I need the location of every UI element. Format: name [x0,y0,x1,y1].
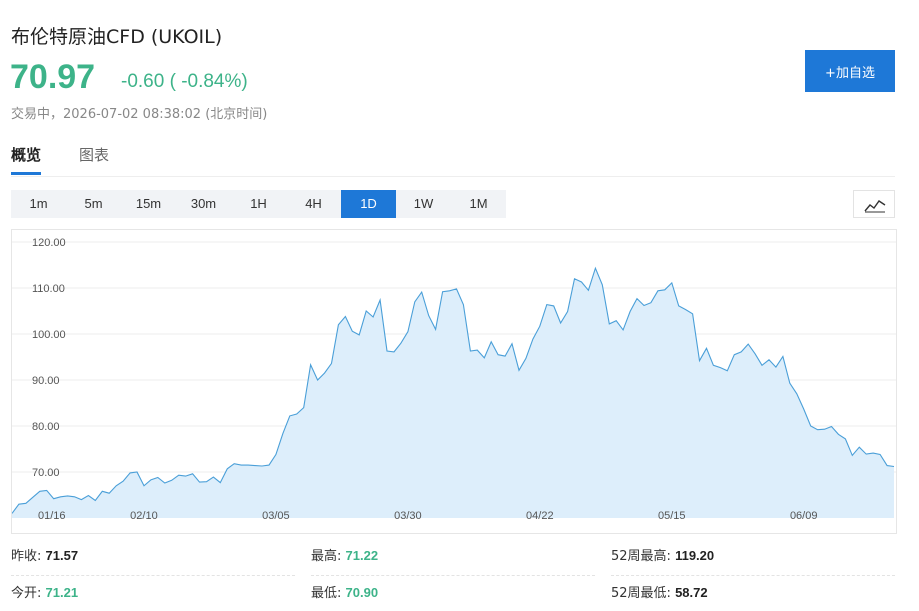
last-price: 70.97 [10,58,96,96]
stat-high-value: 71.22 [345,548,379,563]
stat-divider [311,575,595,576]
y-tick-label: 110.00 [32,283,65,295]
interval-15m[interactable]: 15m [121,190,176,218]
interval-1d[interactable]: 1D [341,190,396,218]
x-tick-label: 03/05 [262,510,290,522]
add-watchlist-button[interactable]: +加自选 [805,50,895,92]
interval-30m[interactable]: 30m [176,190,231,218]
stat-prev-close-value: 71.57 [45,548,79,563]
price-chart-svg: 60.0070.0080.0090.00100.00110.00120.0001… [12,237,896,522]
stat-prev-close-label: 昨收: [11,549,42,564]
y-tick-label: 100.00 [32,329,66,341]
stat-prev-close: 昨收: 71.57 [11,545,78,573]
interval-1w[interactable]: 1W [396,190,451,218]
interval-5m[interactable]: 5m [66,190,121,218]
stat-52w-high-label: 52周最高: [611,549,671,564]
chart-type-button[interactable] [853,190,895,218]
stat-open: 今开: 71.21 [11,582,78,610]
trading-status: 交易中，2026-07-02 08:38:02 (北京时间) [11,107,268,122]
line-chart-icon [864,200,886,213]
stat-high-label: 最高: [311,549,342,564]
stat-low-label: 最低: [311,586,342,601]
x-tick-label: 03/30 [394,510,422,522]
stat-low: 最低: 70.90 [311,582,378,610]
x-tick-label: 01/16 [38,510,66,522]
y-tick-label: 80.00 [32,421,60,433]
stat-52w-low-value: 58.72 [675,585,708,600]
price-change: -0.60 ( -0.84%) [121,71,248,92]
interval-4h[interactable]: 4H [286,190,341,218]
interval-1h[interactable]: 1H [231,190,286,218]
stat-divider [11,575,295,576]
price-area [12,268,894,518]
interval-selector: 1m 5m 15m 30m 1H 4H 1D 1W 1M [11,190,506,218]
stat-high: 最高: 71.22 [311,545,378,573]
stat-open-label: 今开: [11,586,42,601]
instrument-title: 布伦特原油CFD (UKOIL) [11,26,223,48]
y-tick-label: 90.00 [32,375,60,387]
x-tick-label: 05/15 [658,510,686,522]
interval-1m[interactable]: 1m [11,190,66,218]
x-tick-label: 04/22 [526,510,554,522]
stat-divider [611,575,895,576]
y-tick-label: 70.00 [32,467,60,479]
stat-52w-high-value: 119.20 [675,548,715,563]
y-tick-label: 120.00 [32,237,66,249]
tabs-divider [11,176,895,177]
stat-52w-high: 52周最高: 119.20 [611,545,714,573]
tab-bar: 概览 图表 [11,145,147,175]
tab-chart[interactable]: 图表 [79,145,109,175]
stat-52w-low-label: 52周最低: [611,586,671,601]
x-tick-label: 06/09 [790,510,818,522]
x-tick-label: 02/10 [130,510,158,522]
stat-low-value: 70.90 [345,585,379,600]
stat-open-value: 71.21 [45,585,79,600]
price-chart[interactable]: 60.0070.0080.0090.00100.00110.00120.0001… [11,229,897,534]
stat-52w-low: 52周最低: 58.72 [611,582,708,610]
tab-overview[interactable]: 概览 [11,145,42,175]
interval-1mo[interactable]: 1M [451,190,506,218]
